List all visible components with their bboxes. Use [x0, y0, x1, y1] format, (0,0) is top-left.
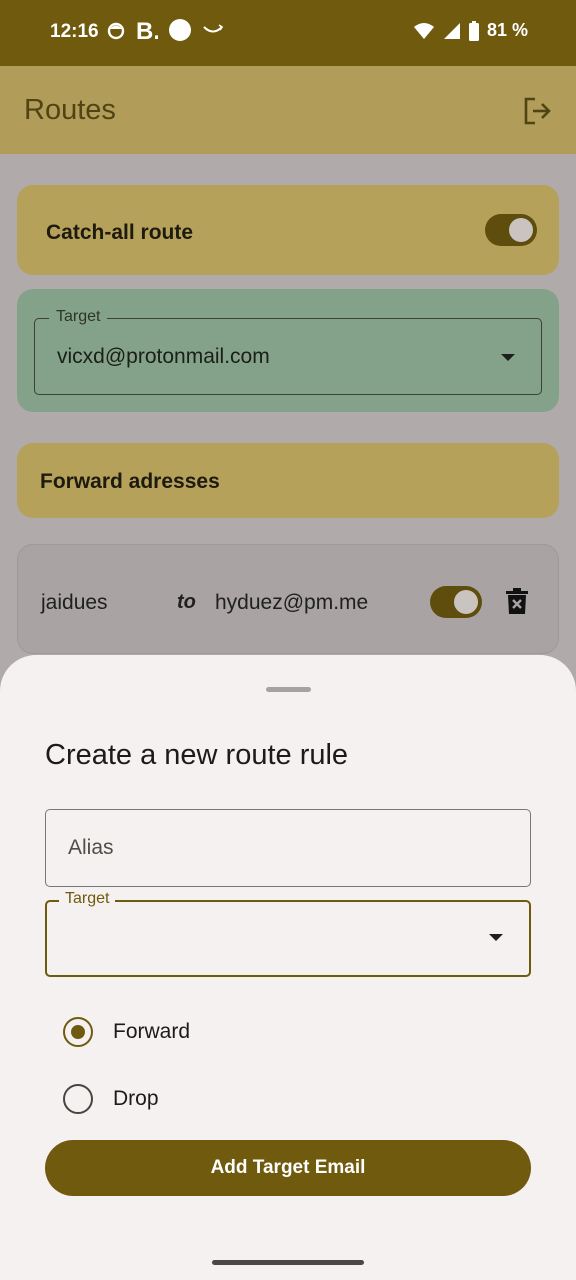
rule-target: hyduez@pm.me [215, 591, 369, 614]
add-target-email-button[interactable]: Add Target Email [45, 1140, 531, 1196]
status-time: 12:16 [50, 21, 99, 42]
forward-addresses-label: Forward adresses [40, 470, 220, 493]
catch-all-toggle[interactable] [485, 214, 537, 246]
rule-connector: to [177, 591, 196, 613]
toggle-knob [454, 590, 478, 614]
logout-icon[interactable] [522, 96, 552, 126]
routes-content: Catch-all route Target vicxd@protonmail.… [0, 154, 576, 674]
rule-alias: jaidues [41, 591, 108, 614]
option-forward[interactable]: Forward [63, 1017, 190, 1047]
create-route-sheet: Create a new route rule Target Forward D… [0, 655, 576, 1280]
catch-all-target-dropdown[interactable]: Target vicxd@protonmail.com [34, 308, 542, 395]
alias-input[interactable] [46, 810, 530, 886]
catch-all-label: Catch-all route [46, 221, 194, 244]
target-value: vicxd@protonmail.com [57, 345, 270, 368]
battery-icon [468, 20, 479, 41]
target-label: Target [59, 890, 116, 908]
alias-field [45, 809, 531, 887]
radio-forward[interactable] [63, 1017, 93, 1047]
circle-icon [169, 19, 191, 41]
dropdown-arrow-icon [501, 354, 515, 361]
target-dropdown[interactable]: Target [45, 890, 531, 977]
app-bar: Routes [0, 66, 576, 154]
status-bar: 12:16 B. 81 % [0, 0, 576, 66]
forward-addresses-header: Forward adresses [17, 443, 559, 518]
rule-toggle[interactable] [430, 586, 482, 618]
signal-icon [443, 22, 460, 39]
smile-icon [203, 24, 224, 33]
catch-all-target-card: Target vicxd@protonmail.com [17, 289, 559, 412]
sheet-title: Create a new route rule [45, 739, 349, 771]
status-icons-right: 81 % [413, 20, 528, 41]
catch-all-card: Catch-all route [17, 185, 559, 275]
option-drop[interactable]: Drop [63, 1084, 159, 1114]
option-drop-label: Drop [113, 1087, 159, 1110]
sheet-drag-handle[interactable] [266, 687, 311, 692]
page-title: Routes [24, 94, 116, 126]
b-icon: B. [136, 18, 158, 42]
radio-drop[interactable] [63, 1084, 93, 1114]
battery-percentage: 81 % [486, 20, 528, 40]
dropdown-arrow-icon [489, 934, 503, 941]
route-rule-item: jaidues to hyduez@pm.me [17, 544, 559, 654]
option-forward-label: Forward [113, 1020, 191, 1043]
status-icons-left: B. [106, 18, 224, 42]
gesture-nav-bar[interactable] [212, 1260, 364, 1265]
target-label: Target [49, 308, 108, 326]
face-icon [107, 22, 125, 40]
delete-icon[interactable] [506, 588, 528, 614]
svg-text:B.: B. [136, 18, 158, 42]
wifi-icon [413, 22, 434, 39]
toggle-knob [509, 218, 533, 242]
